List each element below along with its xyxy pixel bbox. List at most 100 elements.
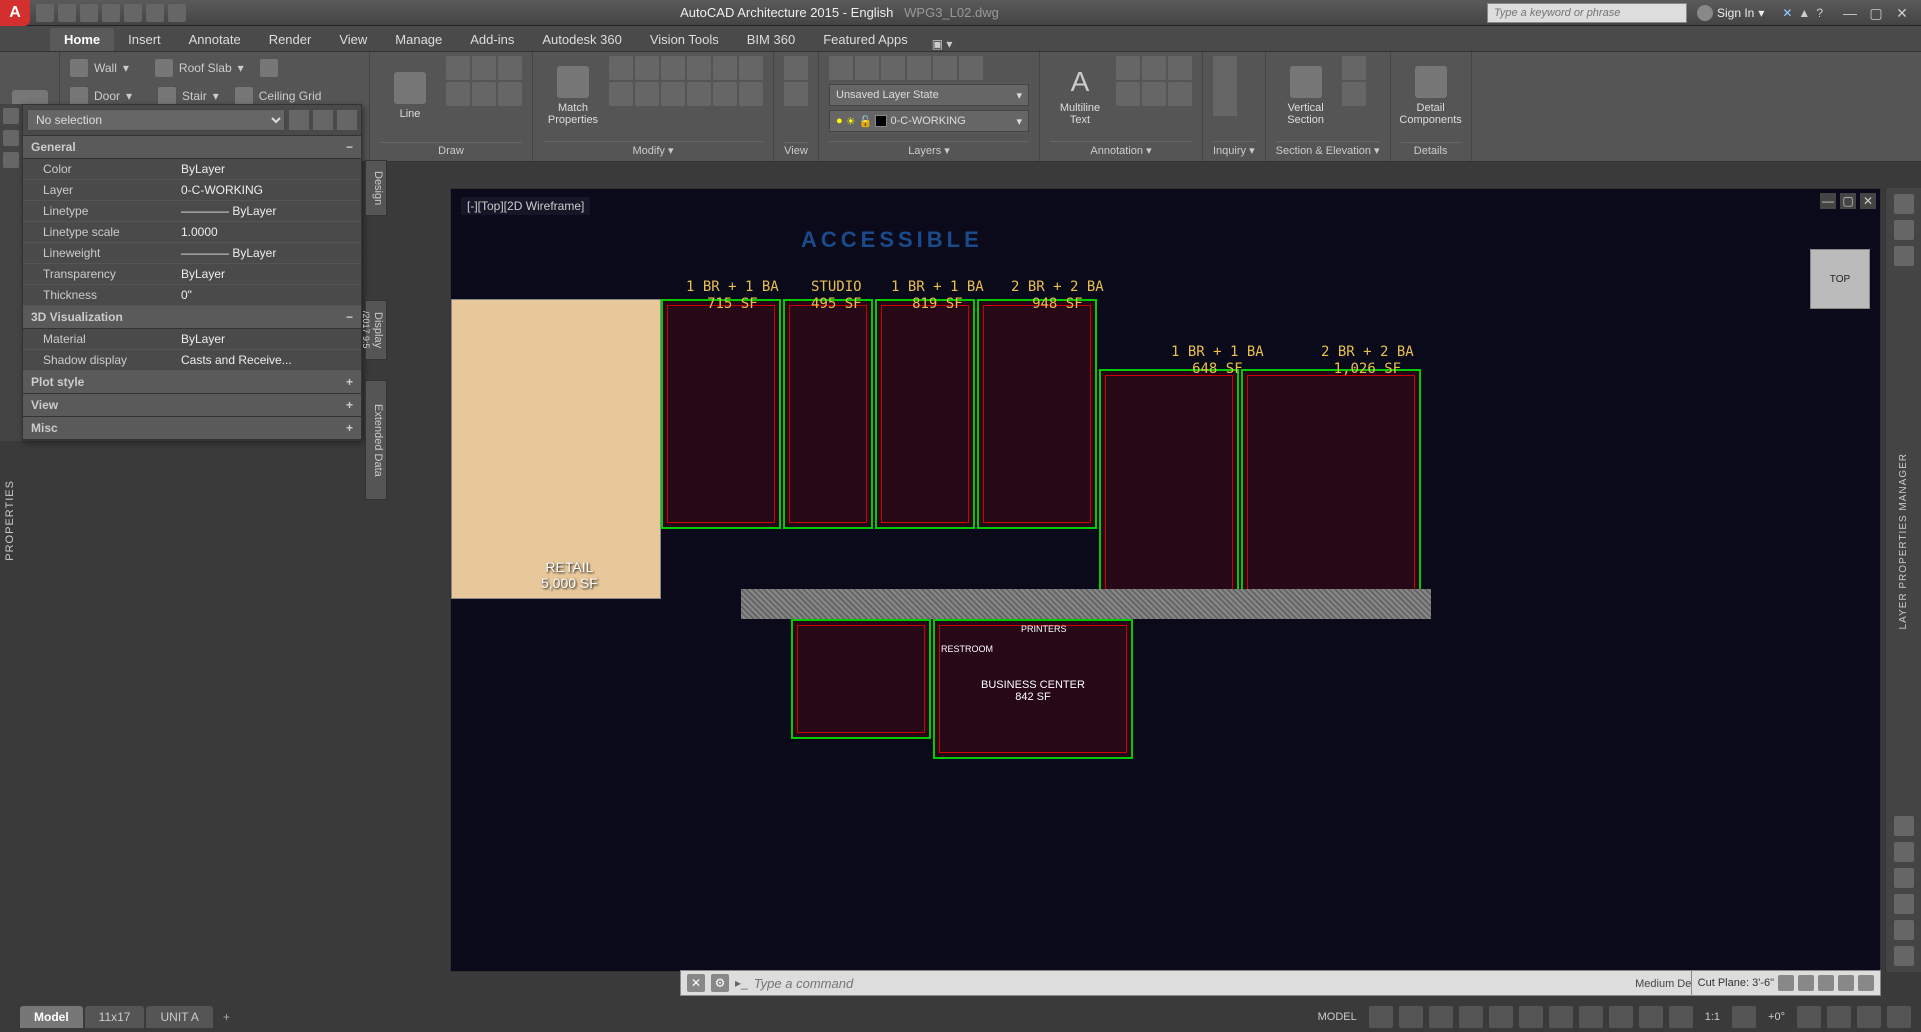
a360-icon[interactable]: ▲ xyxy=(1798,6,1810,20)
dyn-input-icon[interactable] xyxy=(1549,1006,1573,1028)
schedule-icon[interactable] xyxy=(1168,82,1192,106)
redo-icon[interactable] xyxy=(146,4,164,22)
palette-pin-icon[interactable] xyxy=(3,130,19,146)
cutplane-opt-icon[interactable] xyxy=(1838,975,1854,991)
layer-tool-icon[interactable] xyxy=(1894,946,1914,966)
arc-icon[interactable] xyxy=(446,56,470,80)
property-row[interactable]: Shadow displayCasts and Receive... xyxy=(23,350,361,371)
panel-modify[interactable]: Modify ▾ xyxy=(543,141,763,159)
palette-close-icon[interactable] xyxy=(1894,194,1914,214)
panel-section[interactable]: Section & Elevation ▾ xyxy=(1276,141,1380,159)
property-row[interactable]: Thickness0" xyxy=(23,285,361,306)
group-general[interactable]: General− xyxy=(23,136,361,159)
hardware-accel-icon[interactable] xyxy=(1827,1006,1851,1028)
dim-icon[interactable] xyxy=(1116,56,1140,80)
wall-button[interactable]: Wall xyxy=(94,61,117,75)
erase-icon[interactable] xyxy=(687,82,711,106)
model-space-toggle[interactable]: MODEL xyxy=(1312,1011,1363,1023)
layer-state-dropdown[interactable]: Unsaved Layer State▾ xyxy=(829,84,1029,106)
cycling-icon[interactable] xyxy=(1639,1006,1663,1028)
viewport-maximize-icon[interactable]: ▢ xyxy=(1840,193,1856,209)
panel-view[interactable]: View xyxy=(784,142,808,159)
group-misc[interactable]: Misc+ xyxy=(23,417,361,440)
add-layout-icon[interactable]: + xyxy=(215,1006,238,1028)
group-3dviz[interactable]: 3D Visualization− xyxy=(23,306,361,329)
cutplane-opt-icon[interactable] xyxy=(1818,975,1834,991)
signin-button[interactable]: Sign In ▾ xyxy=(1687,5,1774,21)
move-icon[interactable] xyxy=(609,56,633,80)
cutplane-opt-icon[interactable] xyxy=(1858,975,1874,991)
property-row[interactable]: Linetype scale1.0000 xyxy=(23,222,361,243)
regen-icon[interactable] xyxy=(784,82,808,106)
polar-toggle-icon[interactable] xyxy=(1459,1006,1483,1028)
hatch-icon[interactable] xyxy=(498,82,522,106)
pickadd-icon[interactable] xyxy=(337,110,357,130)
tab-bim360[interactable]: BIM 360 xyxy=(733,28,809,51)
rect-icon[interactable] xyxy=(446,82,470,106)
circle-icon[interactable] xyxy=(498,56,522,80)
minimize-icon[interactable]: — xyxy=(1841,6,1859,20)
tag-icon[interactable] xyxy=(1116,82,1140,106)
copy-icon[interactable] xyxy=(687,56,711,80)
tab-overflow-icon[interactable]: ▣ ▾ xyxy=(932,37,953,51)
ceiling-button[interactable]: Ceiling Grid xyxy=(259,89,322,103)
model-tab[interactable]: Model xyxy=(20,1006,83,1028)
osnap-toggle-icon[interactable] xyxy=(1489,1006,1513,1028)
palette-close-icon[interactable] xyxy=(3,108,19,124)
isolate-icon[interactable] xyxy=(1797,1006,1821,1028)
help-search-input[interactable] xyxy=(1487,3,1687,23)
cutplane-edit-icon[interactable] xyxy=(1778,975,1794,991)
tab-insert[interactable]: Insert xyxy=(114,28,175,51)
app-logo[interactable]: A xyxy=(0,0,30,26)
customize-icon[interactable] xyxy=(1887,1006,1911,1028)
selection-dropdown[interactable]: No selection xyxy=(27,109,285,131)
undo-icon[interactable] xyxy=(124,4,142,22)
layer-tool-icon[interactable] xyxy=(1894,868,1914,888)
grid-icon[interactable] xyxy=(260,59,278,77)
property-row[interactable]: Linetype———— ByLayer xyxy=(23,201,361,222)
scale-icon[interactable] xyxy=(635,82,659,106)
display-tab[interactable]: Display/2017 9:5 xyxy=(365,300,387,360)
mtext-button[interactable]: AMultiline Text xyxy=(1050,56,1110,136)
layout-tab[interactable]: 11x17 xyxy=(85,1006,145,1028)
new-icon[interactable] xyxy=(36,4,54,22)
trim-icon[interactable] xyxy=(661,56,685,80)
gear-icon[interactable] xyxy=(1732,1006,1756,1028)
panel-inquiry[interactable]: Inquiry ▾ xyxy=(1213,141,1255,159)
view-icon[interactable] xyxy=(784,56,808,80)
ortho-toggle-icon[interactable] xyxy=(1429,1006,1453,1028)
offset-icon[interactable] xyxy=(739,82,763,106)
command-input[interactable] xyxy=(754,976,1629,991)
current-layer-dropdown[interactable]: ● ☀ 🔓 0-C-WORKING▾ xyxy=(829,110,1029,132)
property-row[interactable]: Lineweight———— ByLayer xyxy=(23,243,361,264)
mirror-icon[interactable] xyxy=(713,56,737,80)
quick-select-icon[interactable] xyxy=(289,110,309,130)
stretch-icon[interactable] xyxy=(609,82,633,106)
tab-render[interactable]: Render xyxy=(255,28,326,51)
palette-settings-icon[interactable] xyxy=(3,152,19,168)
layout-tab[interactable]: UNIT A xyxy=(146,1006,212,1028)
fillet-icon[interactable] xyxy=(739,56,763,80)
maximize-icon[interactable]: ▢ xyxy=(1867,6,1885,20)
viewport-close-icon[interactable]: ✕ xyxy=(1860,193,1876,209)
drawing-area[interactable]: [-][Top][2D Wireframe] — ▢ ✕ ACCESSIBLE … xyxy=(450,188,1881,972)
palette-option-icon[interactable] xyxy=(1894,246,1914,266)
select-objects-icon[interactable] xyxy=(313,110,333,130)
tab-annotate[interactable]: Annotate xyxy=(175,28,255,51)
elevation-icon[interactable] xyxy=(1342,56,1366,80)
property-row[interactable]: TransparencyByLayer xyxy=(23,264,361,285)
tab-vision[interactable]: Vision Tools xyxy=(636,28,733,51)
cmd-close-icon[interactable]: ✕ xyxy=(687,974,705,992)
qat-more-icon[interactable] xyxy=(168,4,186,22)
tab-home[interactable]: Home xyxy=(50,28,114,51)
tab-addins[interactable]: Add-ins xyxy=(456,28,528,51)
cutplane-toggle-icon[interactable] xyxy=(1798,975,1814,991)
otrack-toggle-icon[interactable] xyxy=(1519,1006,1543,1028)
property-row[interactable]: ColorByLayer xyxy=(23,159,361,180)
exchange-icon[interactable]: ✕ xyxy=(1782,6,1792,20)
tab-manage[interactable]: Manage xyxy=(381,28,456,51)
detail-components-button[interactable]: Detail Components xyxy=(1401,56,1461,136)
layer-prop-icon[interactable] xyxy=(829,56,853,80)
leader-icon[interactable] xyxy=(1142,56,1166,80)
open-icon[interactable] xyxy=(58,4,76,22)
